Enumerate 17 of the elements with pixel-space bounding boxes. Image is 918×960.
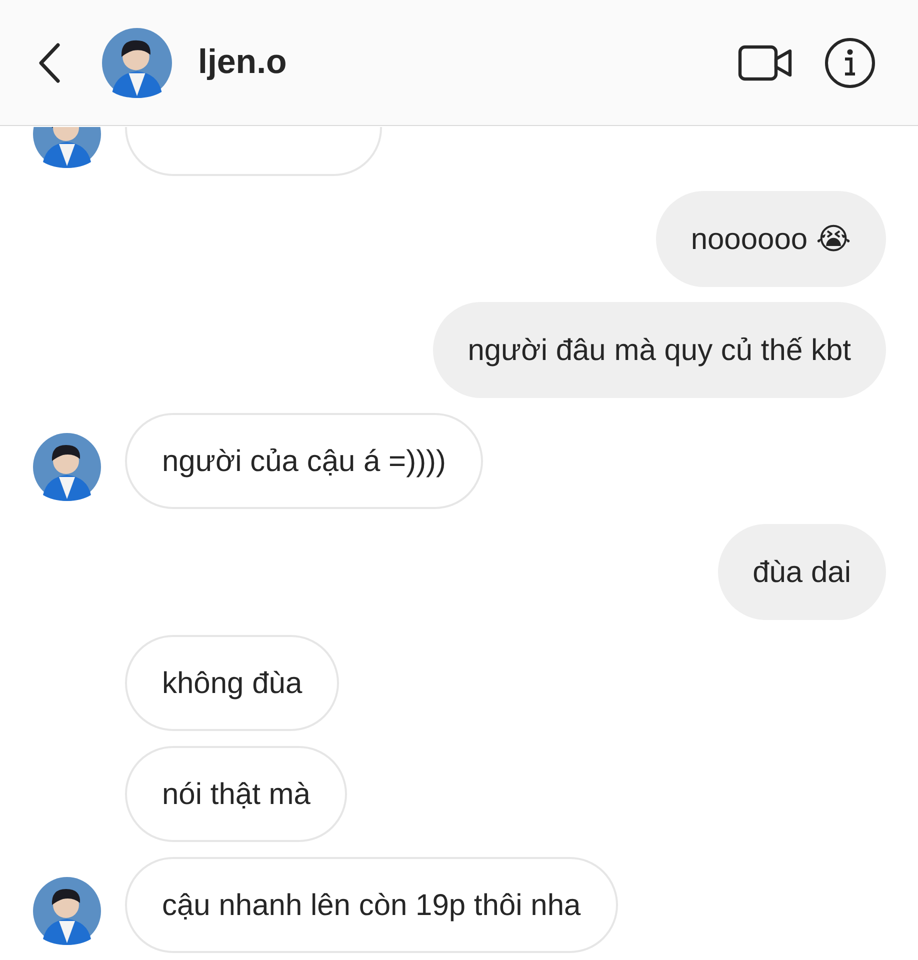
video-camera-icon [738, 42, 794, 82]
received-message: không đùa [125, 635, 340, 731]
username[interactable]: ljen.o [198, 37, 287, 88]
sent-message: đùa dai [718, 524, 886, 620]
back-icon [36, 40, 62, 84]
sent-message: người đâu mà quy củ thế kbt [432, 302, 886, 398]
avatar[interactable] [33, 433, 101, 501]
received-message: nói thật mà [125, 746, 348, 842]
received-message: người của cậu á =)))) [125, 413, 484, 509]
video-call-button[interactable] [738, 42, 794, 82]
info-button[interactable] [824, 36, 876, 88]
avatar[interactable] [102, 28, 172, 98]
back-button[interactable] [36, 40, 62, 84]
avatar[interactable] [33, 877, 101, 945]
received-message: cậu nhanh lên còn 19p thôi nha [125, 857, 618, 953]
info-icon [824, 36, 876, 88]
sent-message: noooooo 😭 [656, 191, 886, 287]
